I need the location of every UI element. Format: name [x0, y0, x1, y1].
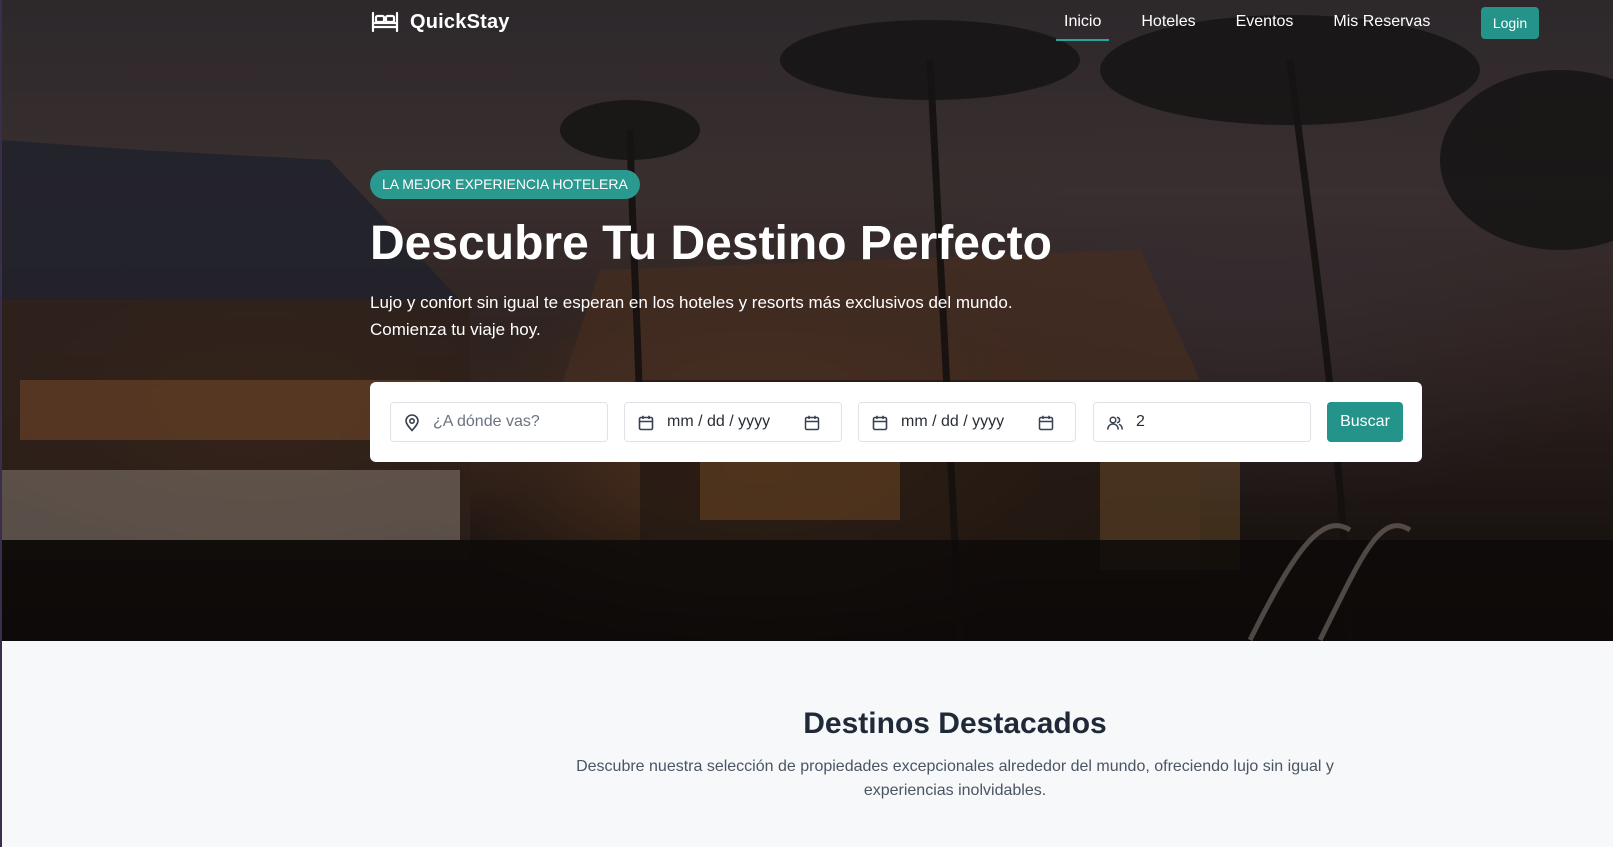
destination-input[interactable]: ¿A dónde vas?	[433, 403, 540, 441]
section-title: Destinos Destacados	[803, 707, 1107, 740]
calendar-icon	[638, 415, 654, 431]
login-button[interactable]: Login	[1481, 7, 1539, 39]
hero-subtitle: Lujo y confort sin igual te esperan en l…	[370, 293, 1013, 339]
guests-field[interactable]: 2	[1093, 402, 1311, 442]
top-navbar: QuickStay Inicio Hoteles Eventos Mis Res…	[0, 0, 1613, 48]
destination-field[interactable]: ¿A dónde vas?	[390, 402, 608, 442]
nav-link-mis-reservas[interactable]: Mis Reservas	[1333, 13, 1430, 41]
search-form: ¿A dónde vas? mm / dd / yyyy mm / dd / y…	[370, 382, 1422, 462]
nav-links: Inicio Hoteles Eventos Mis Reservas	[1055, 13, 1470, 41]
nav-link-eventos[interactable]: Eventos	[1236, 13, 1294, 41]
hero-title: Descubre Tu Destino Perfecto	[370, 217, 1052, 270]
users-icon	[1107, 416, 1123, 430]
window-edge	[0, 0, 2, 847]
calendar-picker-icon[interactable]	[1037, 414, 1055, 432]
checkin-field[interactable]: mm / dd / yyyy	[624, 402, 842, 442]
section-description: Descubre nuestra selección de propiedade…	[576, 758, 1334, 799]
checkout-input[interactable]: mm / dd / yyyy	[901, 403, 1004, 441]
calendar-icon	[872, 415, 888, 431]
brand-logo[interactable]: QuickStay	[370, 9, 510, 35]
hero-badge: LA MEJOR EXPERIENCIA HOTELERA	[370, 170, 640, 199]
nav-link-inicio[interactable]: Inicio	[1055, 13, 1110, 41]
bed-icon	[371, 11, 399, 33]
brand-name: QuickStay	[410, 10, 510, 33]
map-pin-icon	[405, 414, 419, 432]
search-button[interactable]: Buscar	[1327, 402, 1403, 442]
checkout-field[interactable]: mm / dd / yyyy	[858, 402, 1076, 442]
calendar-picker-icon[interactable]	[803, 414, 821, 432]
guests-input[interactable]: 2	[1136, 403, 1145, 441]
hero-section: QuickStay Inicio Hoteles Eventos Mis Res…	[0, 0, 1613, 641]
featured-destinations-section: Destinos Destacados Descubre nuestra sel…	[0, 641, 1613, 847]
nav-link-hoteles[interactable]: Hoteles	[1141, 13, 1195, 41]
checkin-input[interactable]: mm / dd / yyyy	[667, 403, 770, 441]
